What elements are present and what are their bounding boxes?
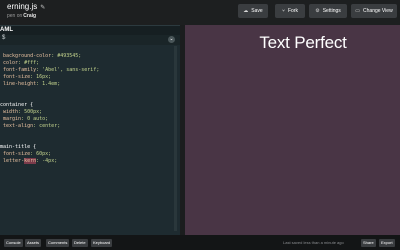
gear-icon: ⚙ xyxy=(315,8,320,14)
editor-scrollbar[interactable] xyxy=(174,46,177,231)
comments-button[interactable]: Comments xyxy=(46,239,70,247)
pen-title[interactable]: erning.js ✎ xyxy=(7,2,45,11)
code-property: font-size xyxy=(0,74,31,80)
code-line[interactable]: letter-kern: -4px; xyxy=(0,158,180,165)
top-bar: erning.js ✎ pen onCraig ☁ Save ⑂ Fork ⚙ Sett… xyxy=(0,0,400,25)
pen-title-text[interactable]: erning.js xyxy=(7,2,37,11)
code-highlight: kern xyxy=(24,158,37,164)
code-line[interactable]: container { xyxy=(0,102,180,109)
change-view-button[interactable]: ▭ Change View xyxy=(351,4,397,18)
code-line[interactable]: main-title { xyxy=(0,144,180,151)
code-property: line-height xyxy=(0,81,37,87)
code-line[interactable] xyxy=(0,130,180,137)
comments-label: Comments xyxy=(48,240,68,245)
fork-icon: ⑂ xyxy=(281,8,285,14)
code-property: font-family xyxy=(0,67,37,73)
delete-button[interactable]: Delete xyxy=(72,239,88,247)
delete-label: Delete xyxy=(74,240,86,245)
preview-title: Text Perfect xyxy=(259,33,347,52)
code-line[interactable]: font-family: 'Abel', sans-serif; xyxy=(0,67,180,74)
css-editor[interactable]: AML $ ⌄ background-color: #493545; color… xyxy=(0,25,180,235)
assets-label: Assets xyxy=(27,240,40,245)
share-label: Share xyxy=(363,240,374,245)
code-value: : #fff; xyxy=(18,60,40,66)
code-selector: main-title { xyxy=(0,144,37,150)
editor-language-label: AML xyxy=(0,27,13,33)
chevron-down-icon[interactable]: ⌄ xyxy=(168,36,175,43)
editor-settings-icon[interactable]: $ xyxy=(2,35,5,41)
console-label: Console xyxy=(6,240,21,245)
export-label: Export xyxy=(381,240,393,245)
editor-header: AML xyxy=(0,25,180,35)
code-area[interactable]: background-color: #493545; color: #fff; … xyxy=(0,46,180,165)
settings-button[interactable]: ⚙ Settings xyxy=(309,4,347,18)
code-property: color xyxy=(0,60,19,66)
editor-panes: AML $ ⌄ background-color: #493545; color… xyxy=(0,25,400,235)
code-property: background-color xyxy=(0,53,52,59)
code-value: : 0 auto; xyxy=(21,116,49,122)
code-value: : 16px; xyxy=(30,74,52,80)
bottom-bar: Console Assets Comments Delete Keyboard … xyxy=(0,235,400,250)
cloud-icon: ☁ xyxy=(243,8,249,14)
fork-label: Fork xyxy=(288,8,298,14)
code-line[interactable] xyxy=(0,95,180,102)
console-button[interactable]: Console xyxy=(4,239,23,247)
preview-pane: Text Perfect xyxy=(185,25,400,235)
code-property: margin xyxy=(0,116,22,122)
layout-icon: ▭ xyxy=(355,8,361,14)
code-property: text-align xyxy=(0,123,34,129)
keyboard-button[interactable]: Keyboard xyxy=(91,239,113,247)
share-button[interactable]: Share xyxy=(361,239,376,247)
code-line[interactable]: line-height: 1.4em; xyxy=(0,81,180,88)
code-property: font-size xyxy=(0,151,31,157)
keyboard-label: Keyboard xyxy=(93,240,111,245)
code-line[interactable] xyxy=(0,137,180,144)
code-value: : center; xyxy=(33,123,61,129)
change-view-label: Change View xyxy=(363,8,393,14)
save-status: Last saved less than a minute ago xyxy=(283,240,344,245)
export-button[interactable]: Export xyxy=(379,239,395,247)
pencil-icon[interactable]: ✎ xyxy=(40,5,45,11)
code-value: : #493545; xyxy=(51,53,82,59)
code-value: : 60px; xyxy=(30,151,52,157)
author-name[interactable]: Craig xyxy=(23,13,36,19)
code-value: : 500px; xyxy=(18,109,43,115)
code-line[interactable] xyxy=(0,46,180,53)
save-label: Save xyxy=(251,8,263,14)
editor-toolbar: $ ⌄ xyxy=(0,35,180,45)
code-line[interactable]: background-color: #493545; xyxy=(0,53,180,60)
assets-button[interactable]: Assets xyxy=(25,239,42,247)
code-line[interactable]: font-size: 16px; xyxy=(0,74,180,81)
code-line[interactable]: margin: 0 auto; xyxy=(0,116,180,123)
code-line[interactable]: color: #fff; xyxy=(0,60,180,67)
settings-label: Settings xyxy=(322,8,341,14)
code-property: width xyxy=(0,109,19,115)
code-selector: container { xyxy=(0,102,34,108)
code-line[interactable]: text-align: center; xyxy=(0,123,180,130)
code-value: : -4px; xyxy=(36,158,58,164)
code-line[interactable]: width: 500px; xyxy=(0,109,180,116)
code-line[interactable]: font-size: 60px; xyxy=(0,151,180,158)
pen-author: pen onCraig xyxy=(7,13,36,19)
author-prefix: pen on xyxy=(7,13,23,19)
code-value: : 'Abel', sans-serif; xyxy=(36,67,100,73)
code-value: : 1.4em; xyxy=(36,81,61,87)
code-property: letter- xyxy=(0,158,25,164)
fork-button[interactable]: ⑂ Fork xyxy=(275,4,305,18)
save-button[interactable]: ☁ Save xyxy=(238,4,268,18)
code-line[interactable] xyxy=(0,88,180,95)
